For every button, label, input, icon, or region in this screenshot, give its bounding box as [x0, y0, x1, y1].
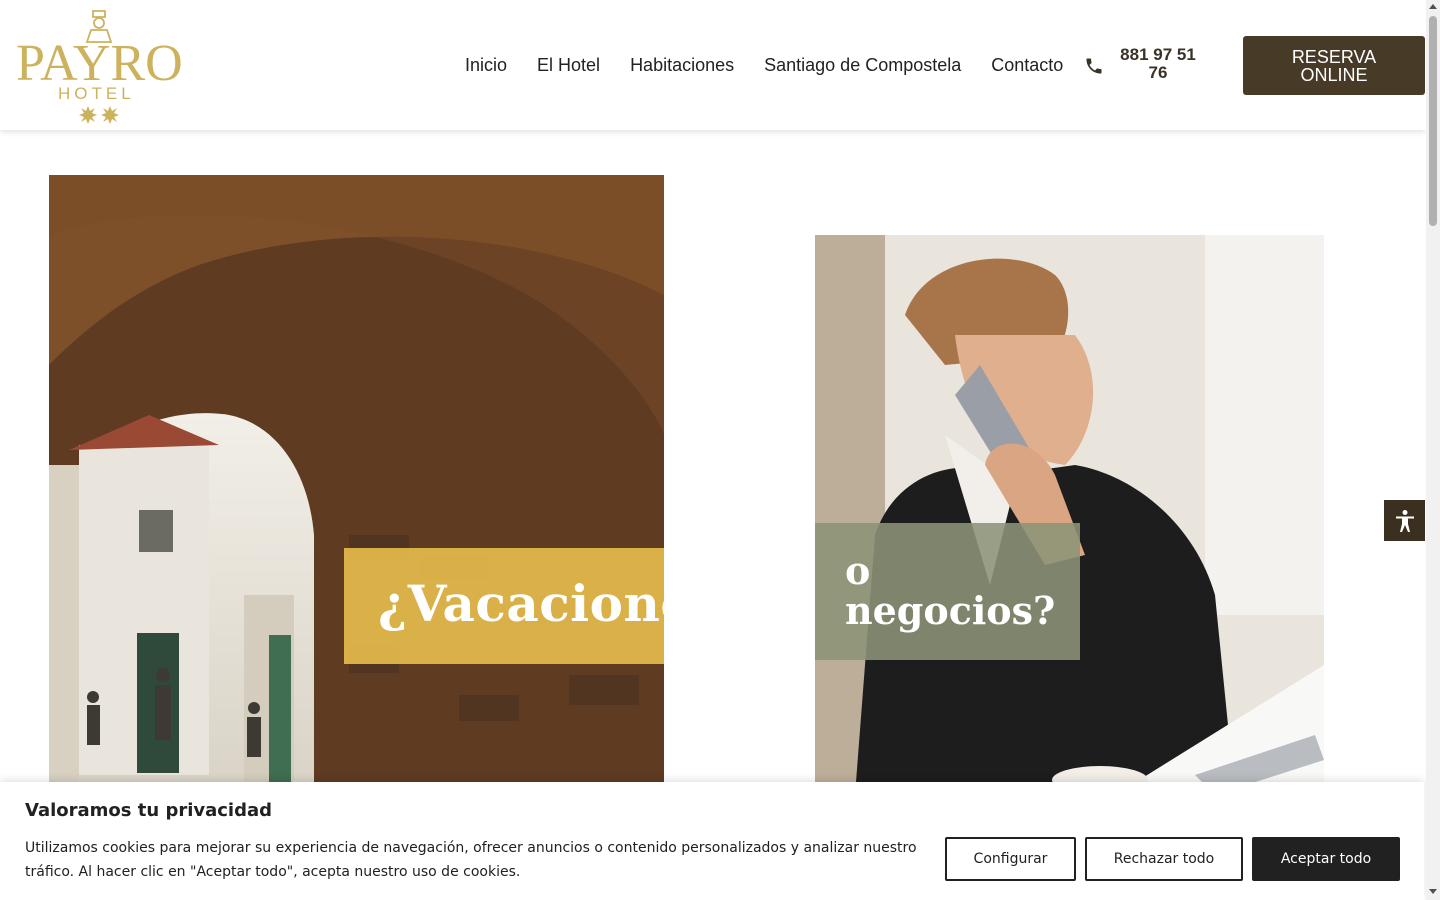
page-scrollbar[interactable]	[1426, 0, 1440, 900]
cookie-reject-button[interactable]: Rechazar todo	[1085, 837, 1243, 881]
vacation-image[interactable]	[49, 175, 664, 795]
cookie-accept-button[interactable]: Aceptar todo	[1252, 837, 1400, 881]
nav-item-santiago[interactable]: Santiago de Compostela	[749, 52, 976, 78]
phone-icon	[1086, 58, 1102, 74]
business-label-text: o negocios?	[845, 548, 1056, 633]
phone-link[interactable]: 881 97 51 76	[1084, 46, 1202, 82]
accessibility-icon	[1395, 509, 1414, 532]
hotel-logo[interactable]: PAYRO HOTEL	[14, 8, 200, 124]
scroll-thumb[interactable]	[1429, 16, 1437, 226]
vacation-label: ¿Vacaciones	[344, 548, 664, 664]
scroll-up-icon[interactable]	[1429, 4, 1437, 9]
phone-number: 881 97 51 76	[1120, 45, 1196, 82]
nav-item-contacto[interactable]: Contacto	[976, 52, 1078, 78]
businessman-photo	[815, 235, 1324, 795]
arch-photo	[49, 175, 664, 795]
business-label: o negocios?	[815, 523, 1080, 660]
business-image[interactable]	[815, 235, 1324, 795]
main-nav: Inicio El Hotel Habitaciones Santiago de…	[450, 52, 1078, 78]
logo-graphic: PAYRO HOTEL	[16, 10, 183, 124]
reserve-online-button[interactable]: RESERVA ONLINE	[1243, 36, 1425, 95]
cookie-text: Utilizamos cookies para mejorar su exper…	[25, 840, 917, 880]
nav-item-inicio[interactable]: Inicio	[450, 52, 522, 78]
vacation-label-text: ¿Vacaciones	[378, 574, 664, 633]
site-header: PAYRO HOTEL Inicio El Hotel Habitaciones…	[0, 0, 1426, 130]
nav-item-habitaciones[interactable]: Habitaciones	[615, 52, 749, 78]
scroll-down-icon[interactable]	[1429, 889, 1437, 894]
logo-subtext: HOTEL	[58, 84, 135, 103]
nav-item-el-hotel[interactable]: El Hotel	[522, 52, 615, 78]
cookie-title: Valoramos tu privacidad	[25, 800, 273, 821]
cookie-configure-button[interactable]: Configurar	[945, 837, 1076, 881]
cookie-banner: Valoramos tu privacidad Utilizamos cooki…	[0, 782, 1424, 900]
accessibility-button[interactable]	[1384, 500, 1425, 541]
